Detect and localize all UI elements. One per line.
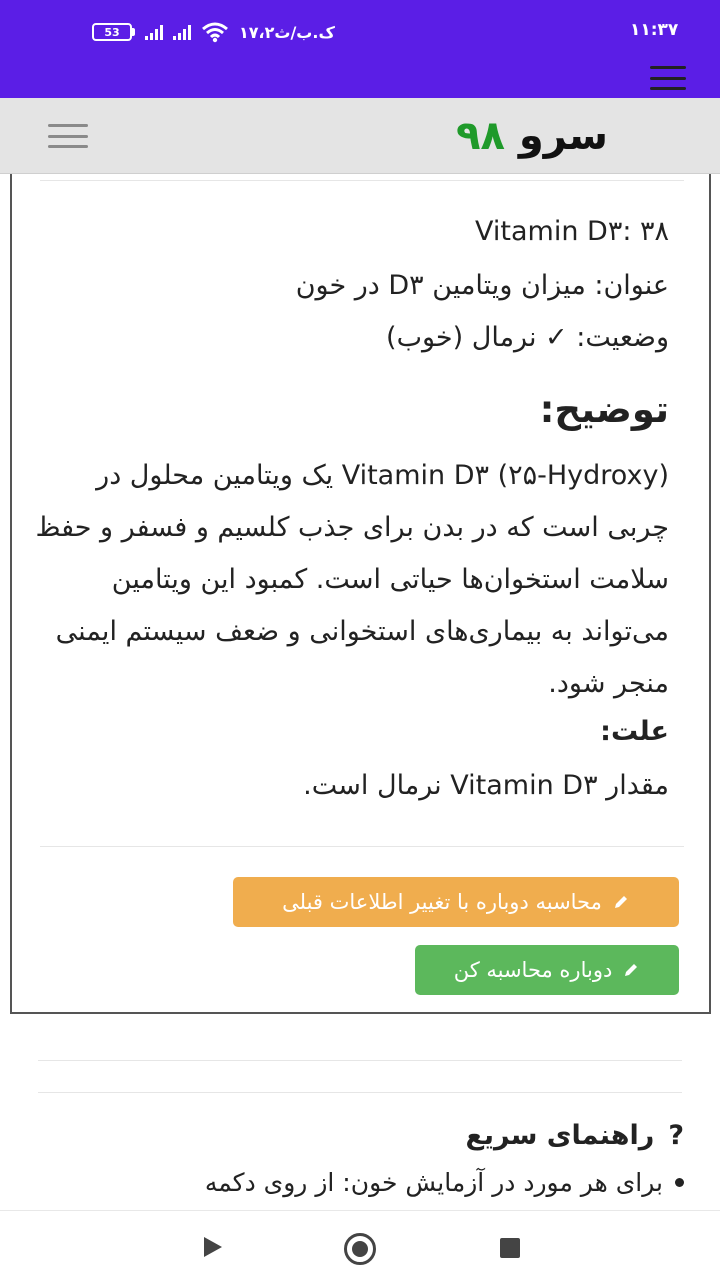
recalculate-button[interactable]: دوباره محاسبه کن: [415, 945, 679, 995]
network-speed: ۱۷،۲ک.ب/ث: [239, 22, 335, 42]
pencil-icon: [614, 896, 627, 908]
logo-word: سرو: [518, 113, 608, 159]
app-bar: [0, 56, 720, 98]
cause-body: مقدار Vitamin D۳ نرمال است.: [303, 770, 669, 801]
home-icon[interactable]: [344, 1233, 376, 1265]
navigation-bar: [0, 1210, 720, 1280]
site-header: سرو ۹۸: [0, 98, 720, 174]
list-item: برای هر مورد در آزمایش خون: از روی دکمه: [205, 1168, 684, 1197]
divider-bottom: [40, 846, 684, 847]
logo-number: ۹۸: [456, 113, 505, 159]
quick-guide-title: ? راهنمای سریع: [465, 1120, 684, 1151]
recalculate-with-change-label: محاسبه دوباره با تغییر اطلاعات قبلی: [282, 890, 602, 914]
menu-icon[interactable]: [650, 66, 686, 90]
result-status: وضعیت: ✓ نرمال (خوب): [386, 322, 669, 353]
wifi-icon: [201, 21, 229, 43]
back-icon[interactable]: [204, 1237, 222, 1257]
status-icons: 53 ۱۷،۲ک.ب/ث: [92, 20, 335, 44]
recalculate-label: دوباره محاسبه کن: [453, 958, 613, 982]
divider-after-card: [38, 1060, 682, 1061]
battery-level: 53: [92, 23, 132, 41]
recent-apps-icon[interactable]: [500, 1238, 520, 1258]
signal-icon: [145, 24, 163, 40]
site-menu-icon[interactable]: [48, 124, 88, 148]
divider-guide: [38, 1092, 682, 1093]
status-bar: 53 ۱۷،۲ک.ب/ث ۱۱:۳۷: [0, 0, 720, 56]
result-title: عنوان: میزان ویتامین D۳ در خون: [295, 270, 669, 301]
screen: 53 ۱۷،۲ک.ب/ث ۱۱:۳۷ Vitamin D۳: ۳۸ عنوان:…: [0, 0, 720, 1280]
cause-heading: علت:: [600, 716, 669, 747]
question-icon: ?: [668, 1120, 684, 1151]
battery-icon: 53: [92, 23, 135, 41]
divider-top: [40, 180, 684, 181]
recalculate-with-change-button[interactable]: محاسبه دوباره با تغییر اطلاعات قبلی: [233, 877, 679, 927]
signal-icon-2: [173, 24, 191, 40]
guide-item-text: برای هر مورد در آزمایش خون: از روی دکمه: [204, 1168, 663, 1197]
result-card: Vitamin D۳: ۳۸ عنوان: میزان ویتامین D۳ د…: [10, 160, 711, 1014]
quick-guide-title-text: راهنمای سریع: [465, 1120, 655, 1151]
result-value: Vitamin D۳: ۳۸: [475, 216, 669, 247]
bullet-icon: [675, 1178, 684, 1187]
status-time: ۱۱:۳۷: [630, 20, 679, 40]
description-heading: توضیح:: [539, 388, 669, 431]
pencil-icon: [625, 964, 638, 976]
description-body: Vitamin D۳ (۲۵-Hydroxy) یک ویتامین محلول…: [35, 460, 670, 699]
site-logo[interactable]: سرو ۹۸: [456, 116, 608, 156]
